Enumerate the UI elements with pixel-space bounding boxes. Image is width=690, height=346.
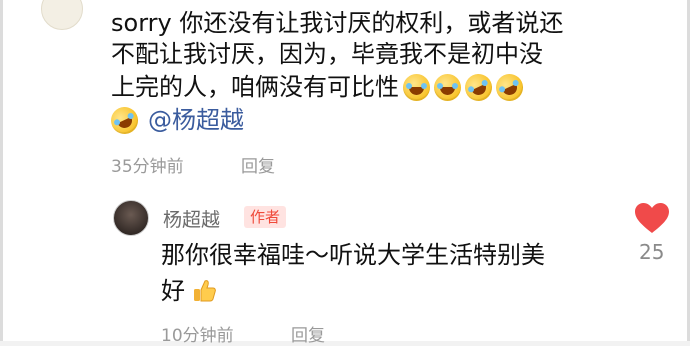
reply-button[interactable]: 回复 (291, 321, 325, 346)
laugh-cry-emoji-icon (403, 73, 430, 101)
commenter-avatar[interactable] (41, 0, 83, 30)
reply-text: 好 (161, 277, 185, 305)
comment-text-line: sorry 你还没有让我讨厌的权利，或者说还 (111, 9, 564, 37)
author-username[interactable]: 杨超越 (163, 205, 220, 232)
reply-button[interactable]: 回复 (241, 152, 275, 177)
heart-like-icon[interactable] (634, 202, 670, 234)
comment-text: 上完的人，咱俩没有可比性 (111, 73, 399, 101)
comment-text-line: 上完的人，咱俩没有可比性 (111, 69, 528, 105)
laugh-cry-emoji-icon (491, 69, 528, 105)
comment-text-line: 不配让我讨厌，因为，毕竟我不是初中没 (111, 40, 543, 68)
comment-text-line: @杨超越 (106, 102, 244, 138)
reply-time: 10分钟前 (161, 326, 234, 346)
author-avatar[interactable] (113, 200, 149, 236)
like-count: 25 (639, 240, 665, 264)
reply-text-line: 好 (161, 274, 217, 308)
author-badge: 作者 (244, 206, 287, 228)
laugh-cry-emoji-icon (434, 73, 461, 101)
thumbs-up-emoji-icon (194, 280, 216, 302)
laugh-cry-emoji-icon (106, 102, 143, 138)
reply-text-line: 那你很幸福哇～听说大学生活特别美 (161, 241, 545, 269)
mention-link[interactable]: @杨超越 (148, 103, 244, 137)
laugh-cry-emoji-icon (460, 69, 497, 105)
comment-time: 35分钟前 (111, 157, 184, 177)
comment-panel: sorry 你还没有让我讨厌的权利，或者说还 不配让我讨厌，因为，毕竟我不是初中… (0, 0, 690, 346)
